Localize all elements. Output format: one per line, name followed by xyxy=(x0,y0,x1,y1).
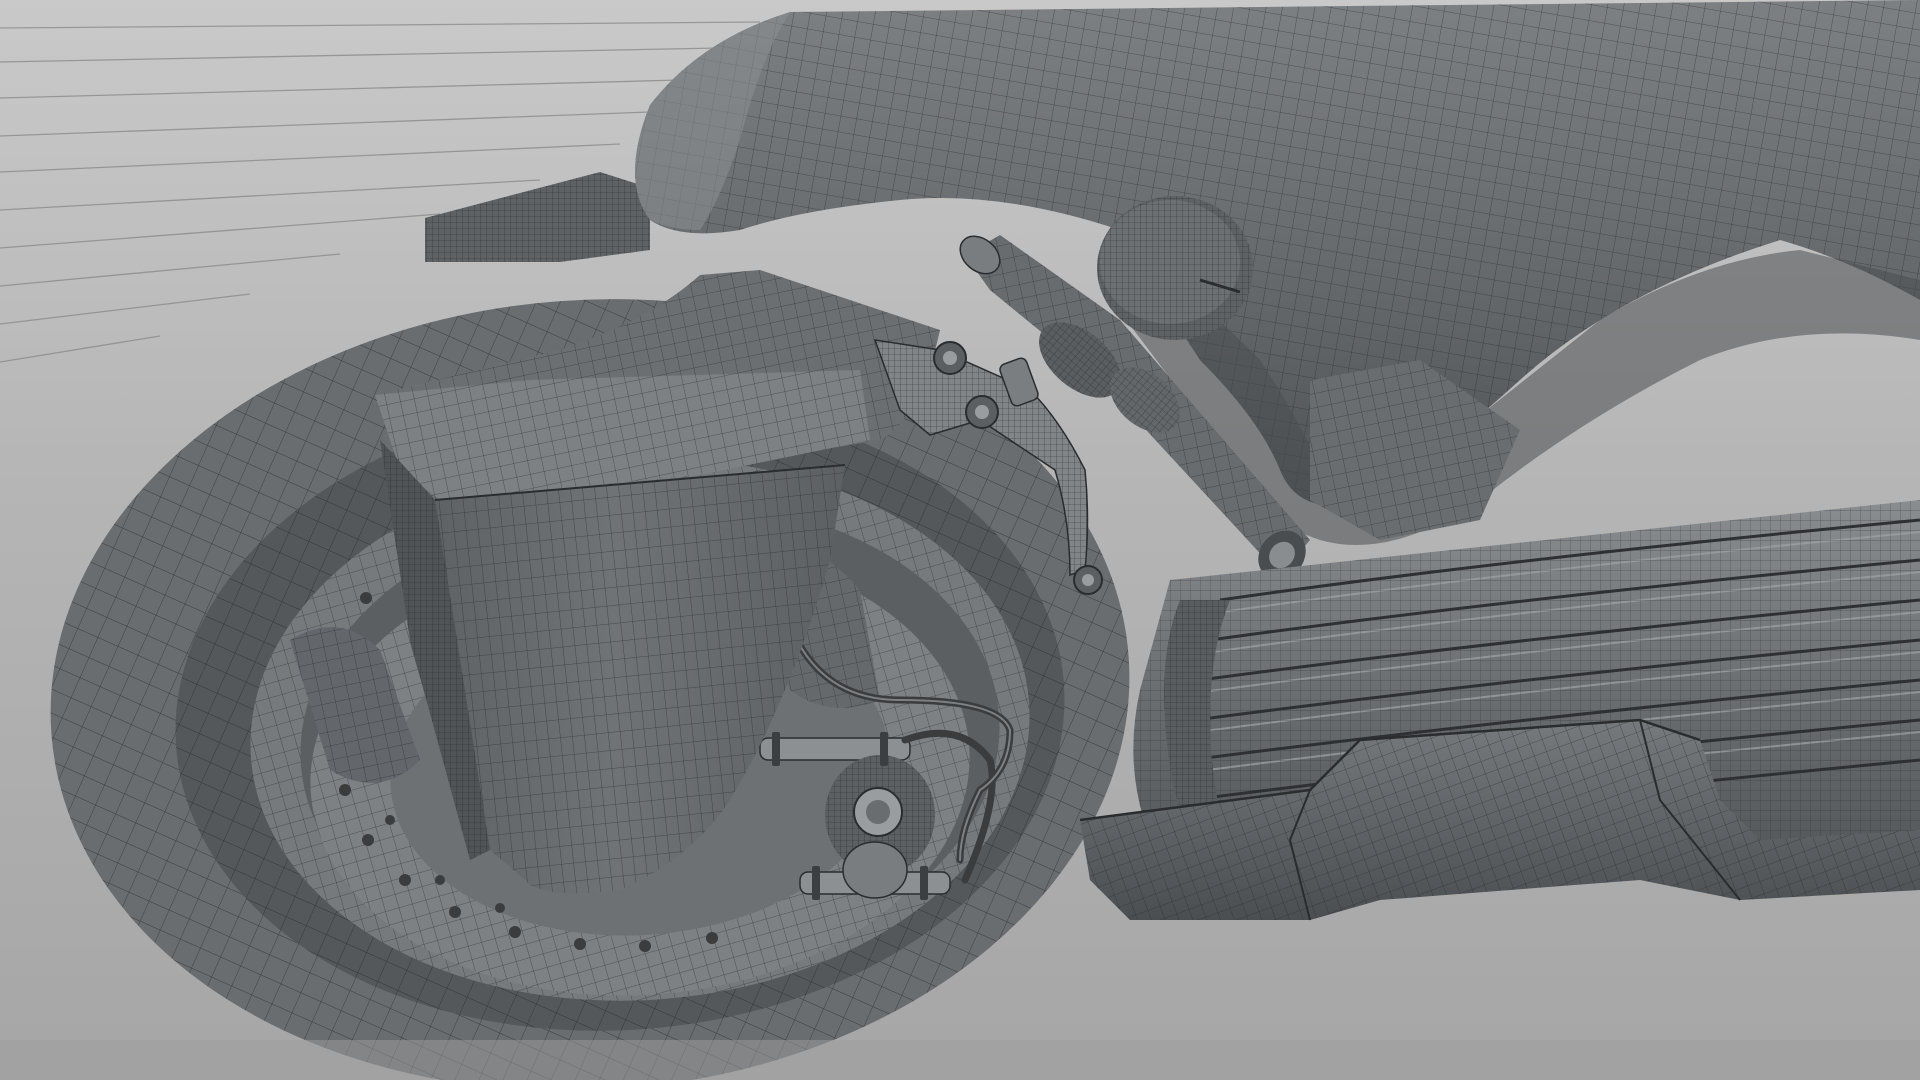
3d-viewport[interactable] xyxy=(0,0,1920,1080)
ground-shadow xyxy=(0,1040,1920,1080)
wireframe-render xyxy=(0,0,1920,1080)
headlight-cap xyxy=(1097,196,1253,340)
